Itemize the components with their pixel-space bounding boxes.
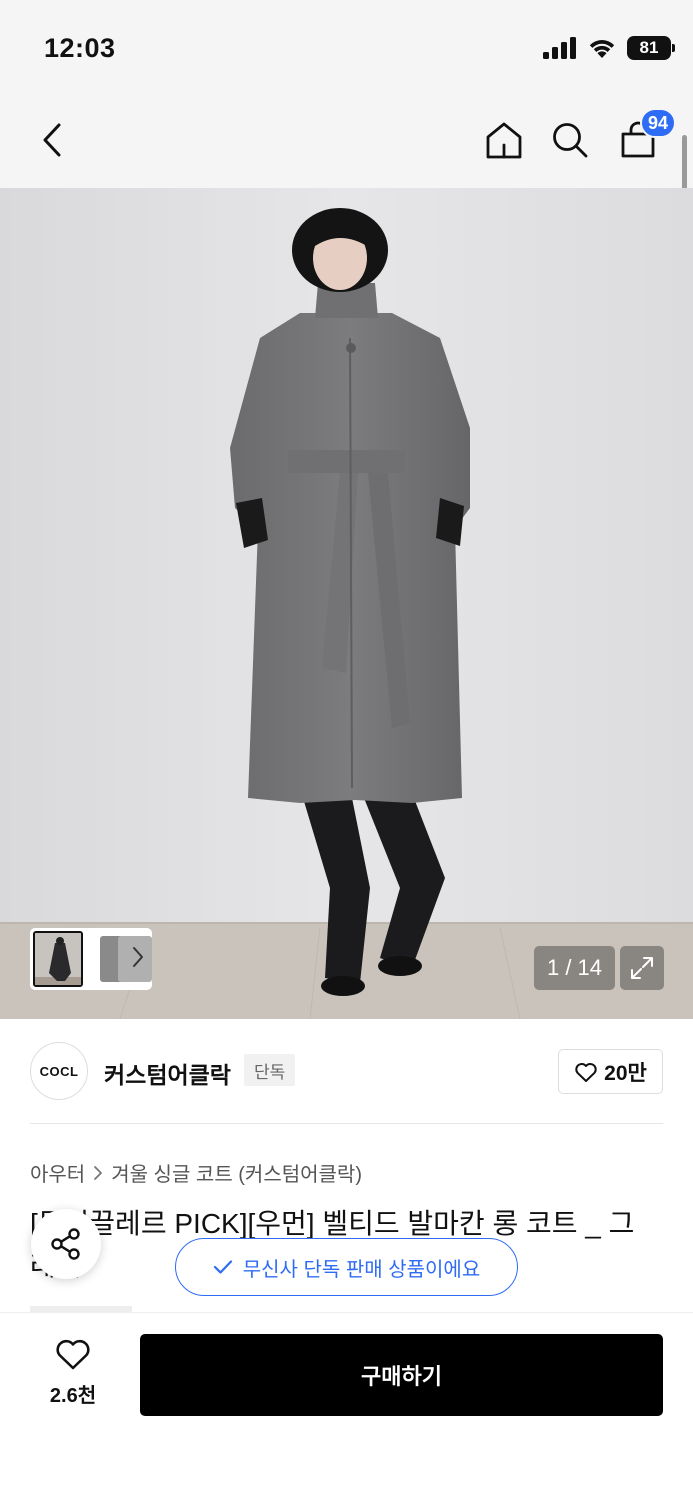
product-image[interactable]: 1 / 14 xyxy=(0,188,693,1019)
breadcrumb-outer[interactable]: 아우터 xyxy=(30,1158,85,1187)
cart-button[interactable]: 94 xyxy=(614,108,676,164)
image-page-counter: 1 / 14 xyxy=(534,946,615,990)
expand-button[interactable] xyxy=(620,946,664,990)
cart-count-badge: 94 xyxy=(639,108,676,138)
chevron-right-icon xyxy=(94,1165,103,1180)
search-icon xyxy=(553,123,588,158)
signal-icon xyxy=(543,37,576,59)
search-button[interactable] xyxy=(546,116,594,164)
heart-icon xyxy=(56,1339,90,1370)
heart-icon xyxy=(575,1062,597,1082)
exclusive-toast: 무신사 단독 판매 상품이에요 xyxy=(175,1238,518,1296)
thumbnail-strip[interactable] xyxy=(30,928,152,990)
product-photo xyxy=(0,188,693,1019)
back-icon xyxy=(43,123,61,157)
top-nav-bar: 94 xyxy=(0,92,693,188)
bottom-action-bar: 2.6천 구매하기 xyxy=(0,1312,693,1500)
thumbnail-current[interactable] xyxy=(33,931,83,987)
home-icon xyxy=(486,122,522,159)
wishlist-count: 2.6천 xyxy=(49,1385,97,1407)
battery-icon: 81 xyxy=(627,36,675,60)
exclusive-tag: 단독 xyxy=(244,1054,296,1086)
expand-icon xyxy=(631,957,653,979)
home-button[interactable] xyxy=(480,116,528,164)
divider xyxy=(30,1123,663,1124)
brand-like-button[interactable]: 20만 xyxy=(558,1049,663,1094)
share-button[interactable] xyxy=(31,1209,101,1279)
brand-logo[interactable]: COCL xyxy=(30,1042,88,1100)
share-icon xyxy=(51,1228,80,1260)
status-bar: 12:03 81 xyxy=(0,0,693,92)
brand-row: COCL 커스텀어클락 단독 20만 xyxy=(30,1040,663,1102)
brand-name[interactable]: 커스텀어클락 xyxy=(104,1056,231,1090)
check-icon xyxy=(213,1260,232,1274)
back-button[interactable] xyxy=(28,116,76,164)
chevron-right-icon xyxy=(133,947,143,967)
status-icons: 81 xyxy=(543,36,675,60)
exclusive-toast-text: 무신사 단독 판매 상품이에요 xyxy=(242,1258,481,1281)
buy-button[interactable]: 구매하기 xyxy=(140,1334,663,1416)
wifi-icon xyxy=(589,40,615,58)
breadcrumb-category[interactable]: 겨울 싱글 코트 (커스텀어클락) xyxy=(111,1158,362,1187)
brand-like-count: 20만 xyxy=(604,1061,647,1085)
breadcrumb: 아우터 겨울 싱글 코트 (커스텀어클락) xyxy=(30,1158,362,1187)
status-time: 12:03 xyxy=(44,33,116,63)
wishlist-button[interactable]: 2.6천 xyxy=(30,1337,116,1417)
